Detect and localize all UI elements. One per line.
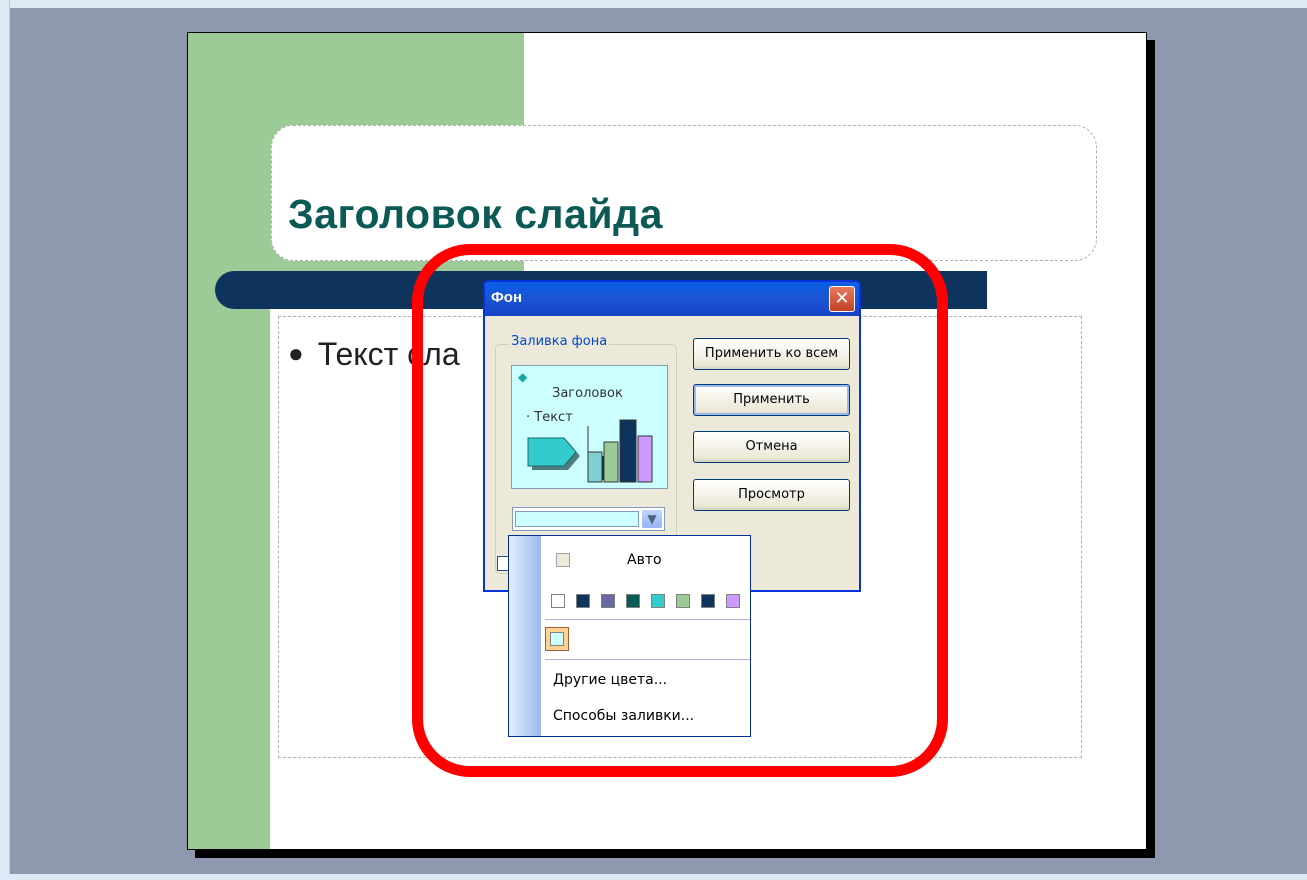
- bullet-dot-icon: ●: [288, 338, 304, 368]
- highlight-frame: [412, 244, 948, 777]
- slide-green-stripe: [188, 33, 270, 849]
- window-frame-bottom: [0, 874, 1307, 880]
- window-frame-left: [0, 0, 10, 880]
- window-frame-top: [0, 0, 1307, 8]
- slide-title: Заголовок слайда: [288, 191, 663, 237]
